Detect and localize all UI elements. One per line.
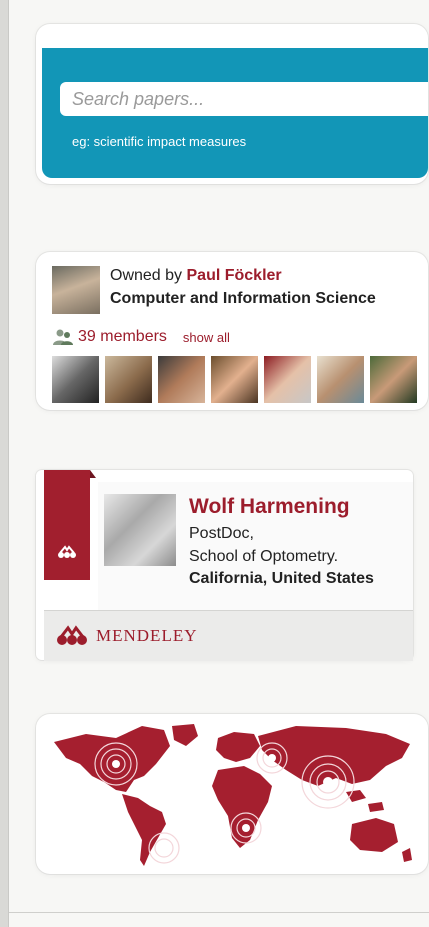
ribbon-fold — [90, 470, 96, 478]
member-avatar[interactable] — [317, 356, 364, 403]
profile-role: PostDoc, — [189, 525, 254, 542]
profile-name-link[interactable]: Wolf Harmening — [189, 495, 350, 519]
profile-location: California, United States — [189, 570, 374, 587]
search-panel: eg: scientific impact measures — [42, 48, 428, 178]
show-all-link[interactable]: show all — [183, 330, 230, 345]
world-map[interactable] — [46, 720, 420, 870]
owner-avatar[interactable] — [52, 266, 100, 314]
profile-institution: School of Optometry. — [189, 548, 339, 565]
members-count-link[interactable]: 39 members — [78, 328, 167, 346]
mendeley-ribbon — [44, 470, 90, 580]
group-card: Owned by Paul Föckler Computer and Infor… — [36, 252, 428, 410]
members-icon — [53, 329, 73, 345]
group-name[interactable]: Computer and Information Science — [110, 290, 376, 308]
member-avatar[interactable] — [264, 356, 311, 403]
search-example-hint: eg: scientific impact measures — [72, 134, 247, 149]
search-input[interactable] — [60, 82, 428, 116]
members-row: 39 members show all — [52, 326, 230, 348]
member-avatar[interactable] — [158, 356, 205, 403]
map-card — [36, 714, 428, 874]
mendeley-logo-icon — [57, 625, 87, 645]
mendeley-logo-icon — [58, 545, 76, 558]
mendeley-brand-bar[interactable]: MENDELEY — [44, 610, 413, 661]
owner-name-link[interactable]: Paul Föckler — [187, 267, 282, 284]
profile-photo[interactable] — [104, 494, 176, 566]
page-bottom-divider — [9, 912, 429, 913]
member-avatar-strip — [52, 356, 417, 403]
member-avatar[interactable] — [370, 356, 417, 403]
member-avatar[interactable] — [211, 356, 258, 403]
search-card: eg: scientific impact measures — [36, 24, 428, 184]
member-avatar[interactable] — [105, 356, 152, 403]
owned-by-line: Owned by Paul Föckler — [110, 267, 282, 285]
sidebar-page: eg: scientific impact measures Owned by … — [8, 0, 429, 927]
member-avatar[interactable] — [52, 356, 99, 403]
mendeley-brand-text: MENDELEY — [96, 626, 198, 645]
profile-card: Wolf Harmening PostDoc, School of Optome… — [36, 470, 413, 661]
owned-by-label: Owned by — [110, 267, 183, 284]
